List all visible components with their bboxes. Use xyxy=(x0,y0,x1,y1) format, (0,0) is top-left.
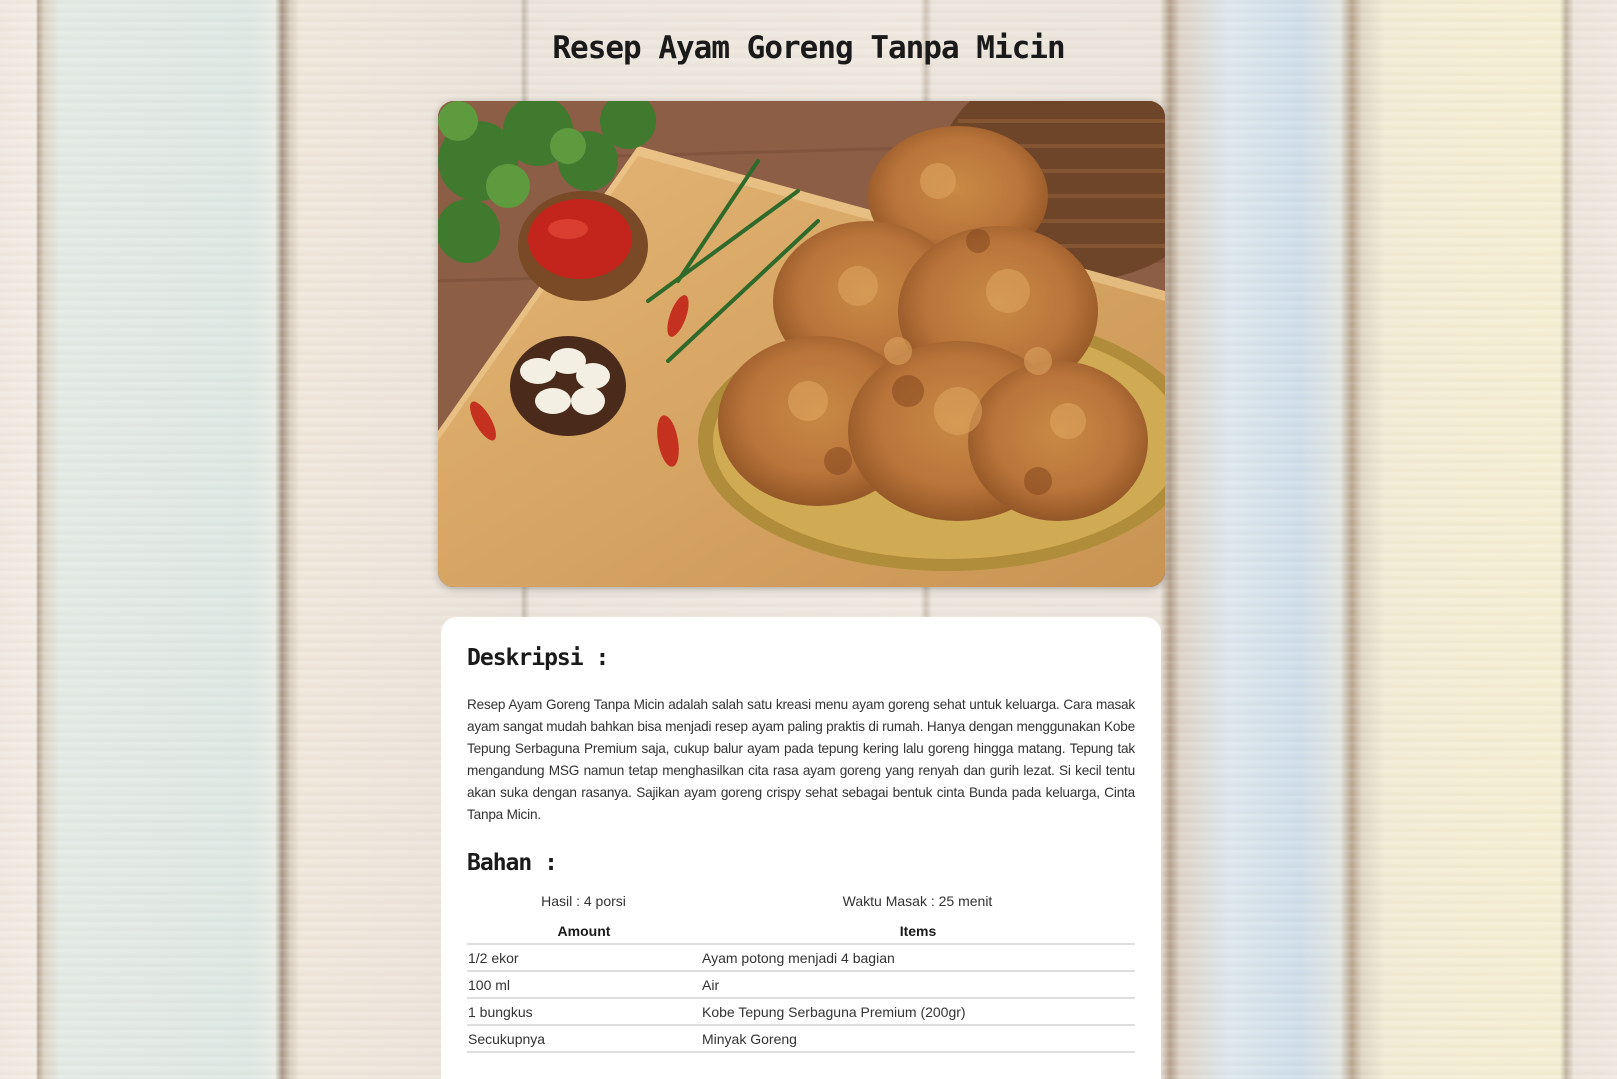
recipe-card: Deskripsi : Resep Ayam Goreng Tanpa Mici… xyxy=(441,617,1161,1079)
amount-cell: 1 bungkus xyxy=(467,997,701,1025)
ingredients-table: Amount Items 1/2 ekor Ayam potong menjad… xyxy=(467,919,1135,1053)
description-text: Resep Ayam Goreng Tanpa Micin adalah sal… xyxy=(467,697,1135,822)
table-row: Secukupnya Minyak Goreng xyxy=(467,1024,1135,1053)
amount-column-header: Amount xyxy=(557,923,611,939)
item-cell: Minyak Goreng xyxy=(701,1024,1135,1053)
item-cell: Ayam potong menjadi 4 bagian xyxy=(701,943,1135,971)
recipe-meta: Hasil : 4 porsi Waktu Masak : 25 menit xyxy=(467,893,1135,915)
ingredients-heading: Bahan : xyxy=(467,850,558,876)
fried-chicken-photo-icon xyxy=(438,101,1165,587)
amount-cell: Secukupnya xyxy=(467,1024,701,1053)
item-cell: Air xyxy=(701,970,1135,998)
table-row: 1/2 ekor Ayam potong menjadi 4 bagian xyxy=(467,943,1135,971)
description-heading: Deskripsi : xyxy=(467,645,609,671)
hero-image xyxy=(438,101,1165,587)
amount-cell: 100 ml xyxy=(467,970,701,998)
table-row: 1 bungkus Kobe Tepung Serbaguna Premium … xyxy=(467,997,1135,1025)
yield-text: Hasil : 4 porsi xyxy=(541,893,626,909)
page-title: Resep Ayam Goreng Tanpa Micin xyxy=(552,30,1065,66)
amount-cell: 1/2 ekor xyxy=(467,943,701,971)
cook-time-text: Waktu Masak : 25 menit xyxy=(842,893,993,909)
table-row: 100 ml Air xyxy=(467,970,1135,998)
item-cell: Kobe Tepung Serbaguna Premium (200gr) xyxy=(701,997,1135,1025)
table-header-row: Amount Items xyxy=(467,919,1135,944)
items-column-header: Items xyxy=(899,923,937,939)
